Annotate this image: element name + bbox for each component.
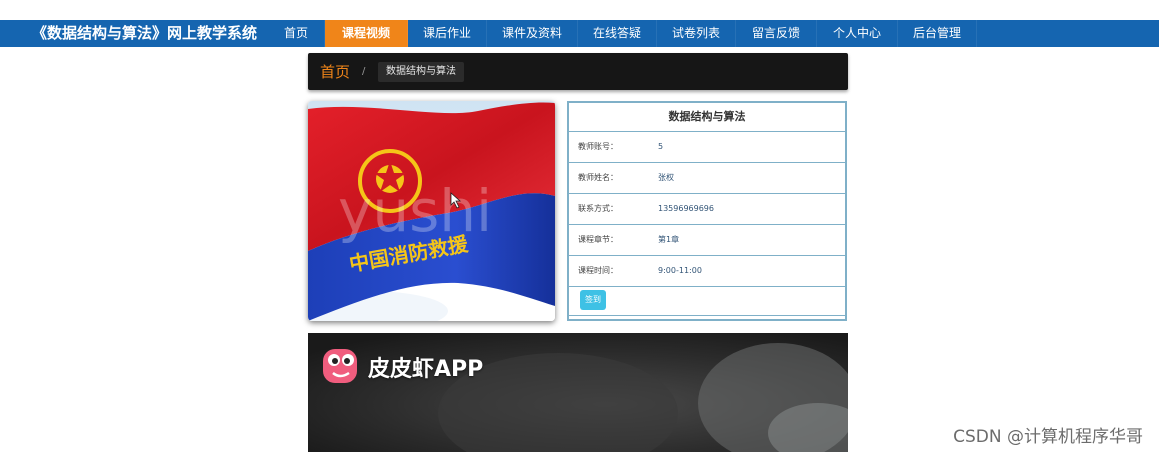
info-row-label: 课程章节：: [578, 235, 618, 244]
signin-row: 签到: [569, 287, 845, 316]
video-player[interactable]: 皮皮虾APP: [308, 333, 848, 452]
info-row: 教师姓名： 张权: [569, 163, 845, 194]
info-row-label: 教师姓名：: [578, 173, 618, 182]
nav-item-2[interactable]: 课后作业: [408, 20, 487, 47]
app-label: 皮皮虾APP: [368, 357, 484, 382]
flag-image: 中国消防救援 yushi: [308, 101, 555, 321]
info-row-label: 联系方式：: [578, 204, 618, 213]
app-logo-icon: [323, 349, 357, 383]
info-row-value: 张权: [658, 173, 674, 182]
info-row: 联系方式： 13596969696: [569, 194, 845, 225]
info-row-label: 教师账号：: [578, 142, 618, 151]
course-title: 数据结构与算法: [569, 103, 845, 132]
nav-item-7[interactable]: 个人中心: [817, 20, 898, 47]
nav-item-3[interactable]: 课件及资料: [487, 20, 578, 47]
breadcrumb: 首页 / 数据结构与算法: [308, 53, 848, 90]
top-nav-bar: 《数据结构与算法》网上教学系统 首页 课程视频 课后作业 课件及资料 在线答疑 试卷列表留…: [0, 20, 1159, 47]
info-row-value: 13596969696: [658, 204, 714, 213]
info-row-label: 课程时间：: [578, 266, 618, 275]
info-row-value: 5: [658, 142, 664, 151]
image-watermark-text: yushi: [338, 177, 492, 245]
signin-button[interactable]: 签到: [580, 290, 606, 310]
course-cover-image: 中国消防救援 yushi: [308, 101, 555, 321]
site-title: 《数据结构与算法》网上教学系统: [32, 24, 258, 42]
csdn-watermark: CSDN @计算机程序华哥: [953, 427, 1143, 447]
info-row-value: 9:00-11:00: [658, 266, 702, 275]
breadcrumb-current: 数据结构与算法: [378, 62, 464, 82]
breadcrumb-home-link[interactable]: 首页: [320, 61, 350, 82]
course-info-panel: 数据结构与算法 教师账号： 5 教师姓名： 张权联系方式： 13596969696 课程章…: [567, 101, 847, 321]
info-row: 教师账号： 5: [569, 132, 845, 163]
nav-item-5[interactable]: 试卷列表: [657, 20, 736, 47]
breadcrumb-separator: /: [362, 66, 366, 77]
nav-item-0[interactable]: 首页: [268, 20, 325, 47]
main-nav: 首页 课程视频 课后作业 课件及资料 在线答疑 试卷列表 留言反馈 个人中心 后台管理: [268, 20, 977, 47]
info-row: 课程章节： 第1章: [569, 225, 845, 256]
nav-item-4[interactable]: 在线答疑: [578, 20, 657, 47]
info-row: 课程时间： 9:00-11:00: [569, 256, 845, 287]
info-row-value: 第1章: [658, 235, 680, 244]
nav-item-1[interactable]: 课程视频: [325, 20, 408, 47]
nav-item-8[interactable]: 后台管理: [898, 20, 977, 47]
nav-item-6[interactable]: 留言反馈: [736, 20, 817, 47]
